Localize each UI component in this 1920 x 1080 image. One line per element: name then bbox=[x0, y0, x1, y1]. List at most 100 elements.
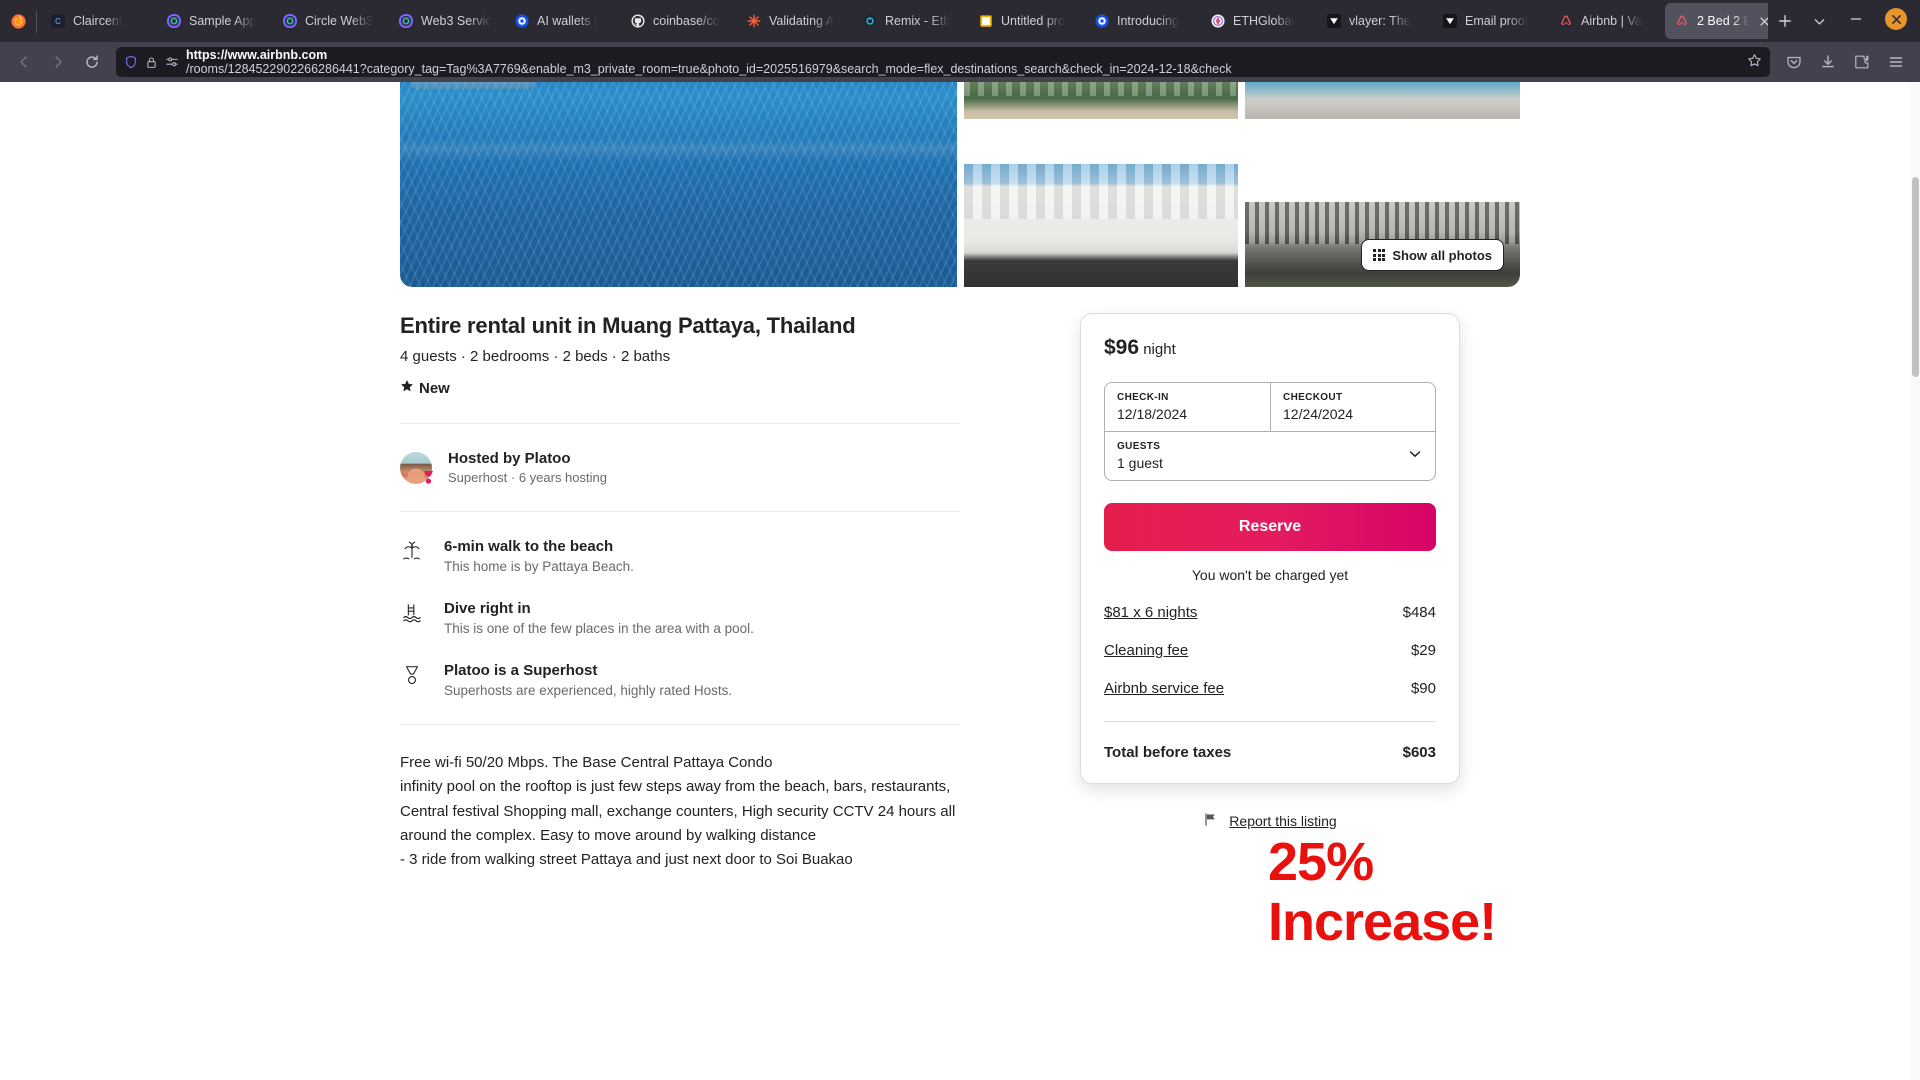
tab-label: Circle Web3 bbox=[305, 14, 373, 28]
checkout-field[interactable]: CHECKOUT 12/24/2024 bbox=[1270, 383, 1435, 431]
guests-label: GUESTS bbox=[1117, 441, 1161, 452]
tab-label: Untitled pro bbox=[1001, 14, 1065, 28]
extensions-icon[interactable] bbox=[1846, 46, 1878, 78]
report-listing-row[interactable]: Report this listing bbox=[1080, 812, 1460, 830]
minimize-window-button[interactable] bbox=[1836, 2, 1876, 36]
tab-label: Airbnb | Va bbox=[1581, 14, 1642, 28]
window-controls bbox=[1836, 0, 1916, 42]
tab-label: Claircent bbox=[73, 14, 123, 28]
browser-tab[interactable]: Web3 Servic bbox=[389, 3, 505, 39]
download-icon[interactable] bbox=[1812, 46, 1844, 78]
chevron-down-icon[interactable] bbox=[1407, 446, 1423, 467]
browser-tab[interactable]: Circle Web3 bbox=[273, 3, 389, 39]
browser-tab[interactable]: Validating A bbox=[737, 3, 853, 39]
browser-tab[interactable]: vlayer: The bbox=[1317, 3, 1433, 39]
back-button[interactable] bbox=[8, 46, 40, 78]
star-icon bbox=[400, 379, 414, 397]
gallery-photo-building[interactable] bbox=[963, 126, 1239, 287]
browser-tab[interactable]: Airbnb | Va bbox=[1549, 3, 1665, 39]
github-favicon bbox=[630, 13, 646, 29]
tab-strip-separator bbox=[36, 11, 37, 33]
address-bar[interactable]: https://www.airbnb.com/rooms/12845229022… bbox=[116, 47, 1770, 77]
note-favicon bbox=[978, 13, 994, 29]
gallery-photo-terrace[interactable] bbox=[963, 82, 1239, 119]
list-all-tabs-button[interactable] bbox=[1802, 4, 1836, 38]
browser-tab[interactable]: Untitled pro bbox=[969, 3, 1085, 39]
fee-label[interactable]: Airbnb service fee bbox=[1104, 680, 1224, 697]
close-window-button[interactable] bbox=[1876, 2, 1916, 36]
browser-tab-active[interactable]: 2 Bed 2 B bbox=[1665, 3, 1768, 39]
reserve-button[interactable]: Reserve bbox=[1104, 503, 1436, 551]
no-charge-note: You won't be charged yet bbox=[1191, 567, 1349, 583]
lock-icon[interactable] bbox=[145, 56, 158, 69]
gallery-photo-main[interactable] bbox=[400, 82, 957, 287]
checkin-value: 12/18/2024 bbox=[1117, 406, 1188, 422]
browser-tab[interactable]: Sample App bbox=[157, 3, 273, 39]
tab-controls bbox=[1768, 0, 1836, 42]
guests-field[interactable]: GUESTS 1 guest bbox=[1105, 431, 1435, 480]
browser-tab[interactable]: Introducing bbox=[1085, 3, 1201, 39]
permissions-icon[interactable] bbox=[165, 55, 179, 69]
page-scrollbar[interactable] bbox=[1910, 82, 1920, 1080]
firefox-logo-icon bbox=[0, 0, 36, 42]
report-listing-label[interactable]: Report this listing bbox=[1229, 813, 1336, 829]
airbnb-favicon bbox=[1674, 13, 1690, 29]
browser-tab[interactable]: Email proof bbox=[1433, 3, 1549, 39]
pool-icon bbox=[400, 600, 424, 636]
show-all-photos-button[interactable]: Show all photos bbox=[1361, 239, 1504, 271]
listing-details-column: Entire rental unit in Muang Pattaya, Tha… bbox=[400, 313, 1020, 872]
highlight-title: 6-min walk to the beach bbox=[444, 538, 614, 555]
fee-row-service: Airbnb service fee $90 bbox=[1104, 680, 1436, 697]
bookmark-star-icon[interactable] bbox=[1747, 53, 1762, 71]
browser-tab[interactable]: Remix - Eth bbox=[853, 3, 969, 39]
shield-icon[interactable] bbox=[124, 55, 138, 69]
listing-content: Show all photos Entire rental unit in Mu… bbox=[400, 82, 1520, 872]
reload-button[interactable] bbox=[76, 46, 108, 78]
host-name: Hosted by Platoo bbox=[448, 450, 571, 467]
browser-tab[interactable]: C Claircent bbox=[41, 3, 157, 39]
host-row[interactable]: Hosted by Platoo Superhost · 6 years hos… bbox=[400, 450, 960, 485]
fee-label[interactable]: Cleaning fee bbox=[1104, 642, 1188, 659]
scrollbar-thumb[interactable] bbox=[1912, 177, 1919, 377]
toolbar-right-buttons bbox=[1778, 46, 1912, 78]
photo-gallery: Show all photos bbox=[400, 82, 1520, 287]
total-value: $603 bbox=[1402, 744, 1436, 761]
grid-icon bbox=[1373, 249, 1386, 261]
fee-row-cleaning: Cleaning fee $29 bbox=[1104, 642, 1436, 659]
listing-capacity-summary: 4 guests · 2 bedrooms · 2 beds · 2 baths bbox=[400, 348, 671, 365]
tab-label: Web3 Servic bbox=[421, 14, 492, 28]
browser-tab[interactable]: ETHGlobal bbox=[1201, 3, 1317, 39]
navigation-toolbar: https://www.airbnb.com/rooms/12845229022… bbox=[0, 42, 1920, 82]
palm-tree-icon bbox=[400, 538, 424, 574]
guests-value: 1 guest bbox=[1117, 455, 1163, 471]
close-tab-icon[interactable] bbox=[1756, 13, 1768, 29]
gallery-photo-pool-deck[interactable] bbox=[1245, 82, 1520, 119]
checkin-field[interactable]: CHECK-IN 12/18/2024 bbox=[1105, 383, 1270, 431]
guests-text: GUESTS 1 guest bbox=[1117, 441, 1407, 471]
airbnb-listing-page: Show all photos Entire rental unit in Mu… bbox=[0, 82, 1920, 1080]
booking-card: $96 night CHECK-IN 12/18/2024 CHECKOUT 1… bbox=[1080, 313, 1460, 784]
avatar[interactable] bbox=[400, 451, 433, 484]
price-unit: night bbox=[1143, 341, 1176, 358]
rating-label: New bbox=[419, 379, 450, 397]
superhost-medal-icon bbox=[400, 662, 424, 698]
coinbase-favicon bbox=[514, 13, 530, 29]
browser-tab[interactable]: AI wallets | bbox=[505, 3, 621, 39]
listing-highlights: 6-min walk to the beach This home is by … bbox=[400, 538, 960, 698]
divider bbox=[400, 423, 960, 424]
highlight-pool: Dive right in This is one of the few pla… bbox=[400, 600, 960, 636]
pocket-icon[interactable] bbox=[1778, 46, 1810, 78]
tab-label: Introducing bbox=[1117, 14, 1179, 28]
new-tab-button[interactable] bbox=[1768, 4, 1802, 38]
tab-label: AI wallets | bbox=[537, 14, 598, 28]
browser-tab[interactable]: coinbase/co bbox=[621, 3, 737, 39]
tab-strip: C Claircent Sample App Circle Web3 Web3 Serv… bbox=[0, 0, 1920, 42]
tab-label: 2 Bed 2 B bbox=[1697, 14, 1749, 28]
tab-label: Validating A bbox=[769, 14, 835, 28]
fee-label[interactable]: $81 x 6 nights bbox=[1104, 604, 1197, 621]
tab-label: Email proof bbox=[1465, 14, 1529, 28]
forward-button[interactable] bbox=[42, 46, 74, 78]
hamburger-menu-icon[interactable] bbox=[1880, 46, 1912, 78]
booking-column: $96 night CHECK-IN 12/18/2024 CHECKOUT 1… bbox=[1080, 313, 1460, 872]
vlayer-favicon bbox=[1326, 13, 1342, 29]
